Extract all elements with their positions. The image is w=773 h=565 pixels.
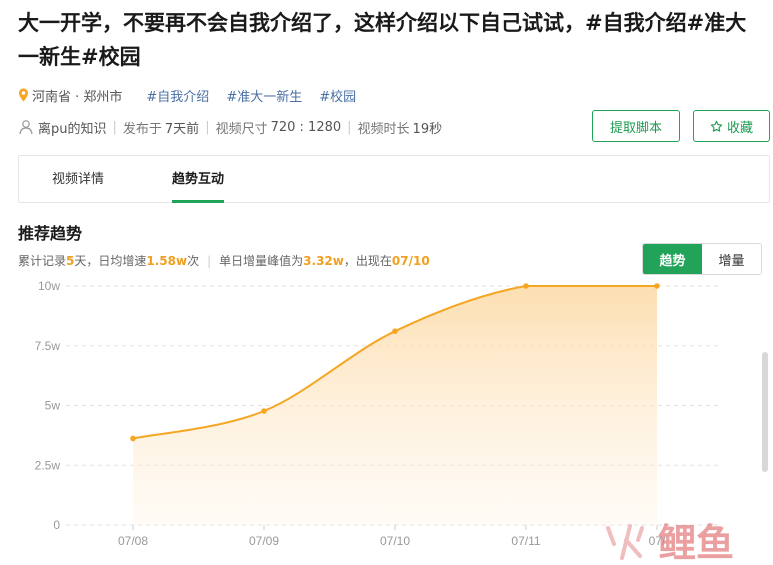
size-value: 720 : 1280 bbox=[270, 119, 342, 135]
x-tick-label: 07/08 bbox=[118, 534, 148, 548]
brand-watermark-logo: 鲤鱼 bbox=[606, 521, 734, 562]
tab-video-details[interactable]: 视频详情 bbox=[52, 156, 104, 202]
x-tick-label: 07/09 bbox=[249, 534, 279, 548]
svg-text:鲤鱼: 鲤鱼 bbox=[658, 521, 734, 562]
size-label: 视频尺寸 bbox=[215, 121, 268, 137]
location-pin-icon bbox=[19, 88, 28, 102]
duration-label: 视频时长 bbox=[357, 121, 410, 137]
data-point[interactable] bbox=[392, 328, 398, 334]
section-title: 推荐趋势 bbox=[18, 224, 83, 243]
y-tick-label: 10w bbox=[38, 279, 60, 293]
toggle-trend[interactable]: 趋势 bbox=[643, 244, 702, 274]
data-point[interactable] bbox=[130, 435, 136, 442]
chart-mode-toggle: 趋势 增量 bbox=[642, 243, 762, 275]
x-tick-label: 07/10 bbox=[380, 534, 410, 548]
extract-script-label: 提取脚本 bbox=[609, 120, 662, 136]
y-tick-label: 2.5w bbox=[35, 458, 61, 472]
detail-tabs: 视频详情 趋势互动 bbox=[18, 155, 770, 203]
tag-link[interactable]: #校园 bbox=[319, 86, 356, 105]
location-tags-row: 河南省 · 郑州市 #自我介绍 #准大一新生 #校园 bbox=[18, 86, 356, 105]
tab-trend-interaction[interactable]: 趋势互动 bbox=[172, 156, 225, 203]
trend-summary: 累计记录5天，日均增速1.58w次 | 单日增量峰值为3.32w，出现在07/10 bbox=[18, 252, 430, 269]
star-icon bbox=[710, 120, 723, 132]
extract-script-button[interactable]: 提取脚本 bbox=[592, 110, 680, 142]
scrollbar-thumb[interactable] bbox=[762, 352, 768, 472]
tag-link[interactable]: #自我介绍 bbox=[146, 86, 209, 105]
summary-text: ，出现在 bbox=[343, 254, 392, 268]
y-tick-label: 0 bbox=[53, 518, 60, 532]
divider: | bbox=[112, 119, 117, 135]
published-label: 发布于 bbox=[122, 121, 162, 137]
tag-link[interactable]: #准大一新生 bbox=[226, 86, 302, 105]
duration-value: 19秒 bbox=[412, 121, 443, 137]
published-value: 7天前 bbox=[164, 121, 200, 137]
video-meta-row: 离pu的知识 | 发布于 7天前 | 视频尺寸 720 : 1280 | 视频时… bbox=[18, 117, 442, 137]
summary-text: 单日增量峰值为 bbox=[219, 254, 304, 268]
summary-peak-date: 07/10 bbox=[391, 254, 430, 268]
y-tick-label: 7.5w bbox=[35, 339, 61, 353]
favorite-label: 收藏 bbox=[726, 120, 753, 136]
summary-peak: 3.32w bbox=[303, 254, 344, 268]
location-text: 河南省 · 郑州市 bbox=[32, 89, 123, 105]
y-tick-label: 5w bbox=[45, 399, 61, 413]
divider: | bbox=[347, 119, 352, 135]
divider: | bbox=[207, 254, 212, 268]
favorite-button[interactable]: 收藏 bbox=[693, 110, 770, 142]
video-title: 大一开学，不要再不会自我介绍了，这样介绍以下自己试试，#自我介绍#准大一新生#校… bbox=[18, 11, 747, 69]
author-name[interactable]: 离pu的知识 bbox=[38, 118, 107, 137]
divider: | bbox=[205, 119, 210, 135]
x-tick-label: 07/11 bbox=[511, 534, 540, 548]
data-point[interactable] bbox=[261, 408, 267, 414]
data-point[interactable] bbox=[654, 283, 660, 289]
summary-text: 次 bbox=[187, 254, 200, 268]
summary-text: 天，日均增速 bbox=[74, 254, 147, 268]
summary-avg: 1.58w bbox=[146, 254, 188, 268]
user-avatar-icon bbox=[19, 120, 33, 135]
summary-text: 累计记录 bbox=[18, 254, 67, 268]
toggle-increment[interactable]: 增量 bbox=[702, 244, 761, 274]
data-point[interactable] bbox=[523, 283, 529, 289]
